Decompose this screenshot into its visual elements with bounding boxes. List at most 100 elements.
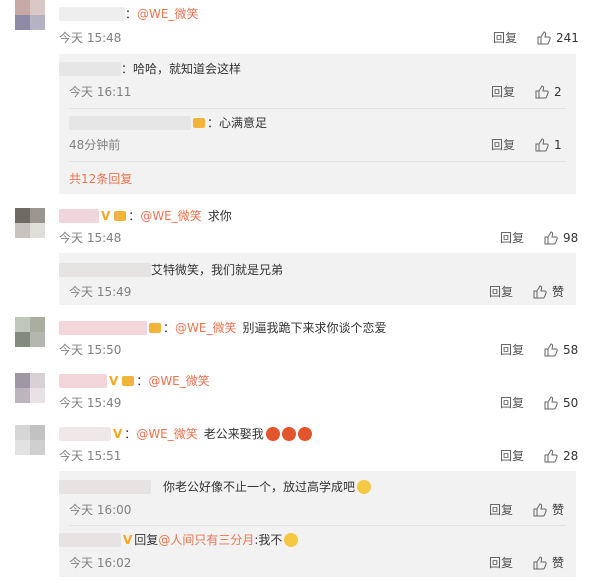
mention-link[interactable]: @WE_微笑 (148, 373, 209, 389)
like-count: 赞 (552, 285, 565, 299)
avatar[interactable] (15, 317, 45, 347)
like-button[interactable]: 赞 (533, 284, 564, 300)
avatar[interactable] (15, 425, 45, 455)
sub-reply-time: 48分钟前 (69, 138, 121, 152)
blurred-username[interactable] (59, 321, 147, 335)
blurred-username[interactable] (59, 427, 111, 441)
thumbs-up-icon (533, 556, 547, 570)
angry-emoji-icon (265, 427, 280, 441)
sub-reply-time: 今天 15:49 (69, 285, 132, 299)
like-button[interactable]: 241 (537, 30, 579, 46)
badge-icon (149, 323, 161, 333)
like-button[interactable]: 赞 (533, 555, 564, 571)
comment-time: 今天 15:48 (59, 31, 122, 45)
blurred-username[interactable] (59, 374, 107, 388)
reply-button[interactable]: 回复 (491, 137, 515, 153)
reply-button[interactable]: 回复 (491, 84, 515, 100)
comment-text: 老公来娶我 (203, 427, 264, 441)
like-button[interactable]: 50 (544, 395, 578, 411)
reply-button[interactable]: 回复 (489, 502, 513, 518)
like-button[interactable]: 28 (544, 448, 578, 464)
verified-icon: V (123, 533, 133, 547)
mention-link[interactable]: @WE_微笑 (136, 426, 197, 442)
verified-icon: V (101, 209, 111, 223)
comment-content: ： @WE_微笑 别逼我跪下来求你谈个恋爱 (59, 320, 386, 336)
reply-button[interactable]: 回复 (489, 284, 513, 300)
thumbs-up-icon (533, 285, 547, 299)
sub-reply-text: 心满意足 (219, 116, 268, 130)
sub-reply-content: ： 哈哈，就知道会这样 (59, 61, 241, 77)
verified-icon: V (113, 427, 123, 441)
mention-link[interactable]: @WE_微笑 (175, 320, 236, 336)
like-count: 赞 (552, 556, 565, 570)
divider (69, 108, 566, 109)
badge-icon (122, 376, 135, 386)
sub-reply-time: 今天 16:00 (69, 503, 132, 517)
divider (69, 525, 566, 526)
avatar[interactable] (15, 208, 45, 238)
comment-text: 求你 (207, 209, 232, 223)
reply-button[interactable]: 回复 (500, 230, 524, 246)
like-button[interactable]: 98 (544, 230, 578, 246)
comment-time: 今天 15:49 (59, 396, 122, 410)
like-count: 58 (563, 343, 579, 357)
smile-emoji-icon (357, 480, 372, 494)
comment-time: 今天 15:48 (59, 231, 122, 245)
sub-reply-text: 哈哈，就知道会这样 (133, 62, 242, 76)
sub-reply-time: 今天 16:02 (69, 556, 132, 570)
reply-button[interactable]: 回复 (500, 342, 524, 358)
comment-content: V ： @WE_微笑 老公来娶我 (59, 426, 312, 442)
reply-button[interactable]: 回复 (500, 448, 524, 464)
reply-button[interactable]: 回复 (500, 395, 524, 411)
like-button[interactable]: 58 (544, 342, 578, 358)
comment-content: V ： @WE_微笑 (59, 373, 210, 389)
comment-text: 别逼我跪下来求你谈个恋爱 (242, 321, 387, 335)
like-button[interactable]: 2 (535, 84, 562, 100)
divider (69, 161, 566, 162)
sub-reply-content: ： 心满意足 (69, 115, 267, 131)
sub-reply-content: 你老公好像不止一个，放过高学成吧 (59, 479, 372, 495)
blurred-username[interactable] (59, 263, 151, 277)
badge-icon (193, 118, 205, 128)
comment-time: 今天 15:51 (59, 449, 122, 463)
thumbs-up-icon (544, 396, 558, 410)
thumbs-up-icon (544, 343, 558, 357)
thumbs-up-icon (535, 138, 549, 152)
mention-link[interactable]: @人间只有三分月 (158, 532, 254, 548)
like-count: 2 (554, 85, 562, 99)
like-count: 50 (563, 396, 579, 410)
smile-emoji-icon (284, 533, 299, 547)
avatar[interactable] (15, 0, 45, 30)
like-button[interactable]: 1 (535, 137, 562, 153)
sub-reply-text: :我不 (254, 533, 283, 547)
blurred-username[interactable] (69, 116, 191, 130)
comment-content: V ： @WE_微笑 求你 (59, 208, 232, 224)
sub-reply-time: 今天 16:11 (69, 85, 132, 99)
blurred-username[interactable] (59, 480, 151, 494)
thumbs-up-icon (533, 503, 547, 517)
like-count: 98 (563, 231, 579, 245)
thumbs-up-icon (535, 85, 549, 99)
blurred-username[interactable] (59, 7, 125, 21)
sub-reply-content: V 回复 @人间只有三分月 :我不 (59, 532, 299, 548)
badge-icon (114, 211, 127, 221)
verified-icon: V (109, 374, 119, 388)
reply-prefix: 回复 (134, 533, 159, 547)
like-count: 241 (556, 31, 579, 45)
mention-link[interactable]: @WE_微笑 (140, 208, 201, 224)
avatar[interactable] (15, 373, 45, 403)
thumbs-up-icon (544, 449, 558, 463)
blurred-username[interactable] (59, 209, 99, 223)
angry-emoji-icon (297, 427, 312, 441)
like-button[interactable]: 赞 (533, 502, 564, 518)
reply-button[interactable]: 回复 (493, 30, 517, 46)
more-replies-link[interactable]: 共12条回复 (69, 170, 132, 187)
like-count: 赞 (552, 503, 565, 517)
blurred-username[interactable] (59, 533, 121, 547)
blurred-username[interactable] (59, 62, 121, 76)
mention-link[interactable]: @WE_微笑 (137, 6, 198, 22)
reply-button[interactable]: 回复 (489, 555, 513, 571)
like-count: 28 (563, 449, 579, 463)
comment-time: 今天 15:50 (59, 343, 122, 357)
sub-reply-content: 艾特微笑，我们就是兄弟 (59, 262, 283, 278)
